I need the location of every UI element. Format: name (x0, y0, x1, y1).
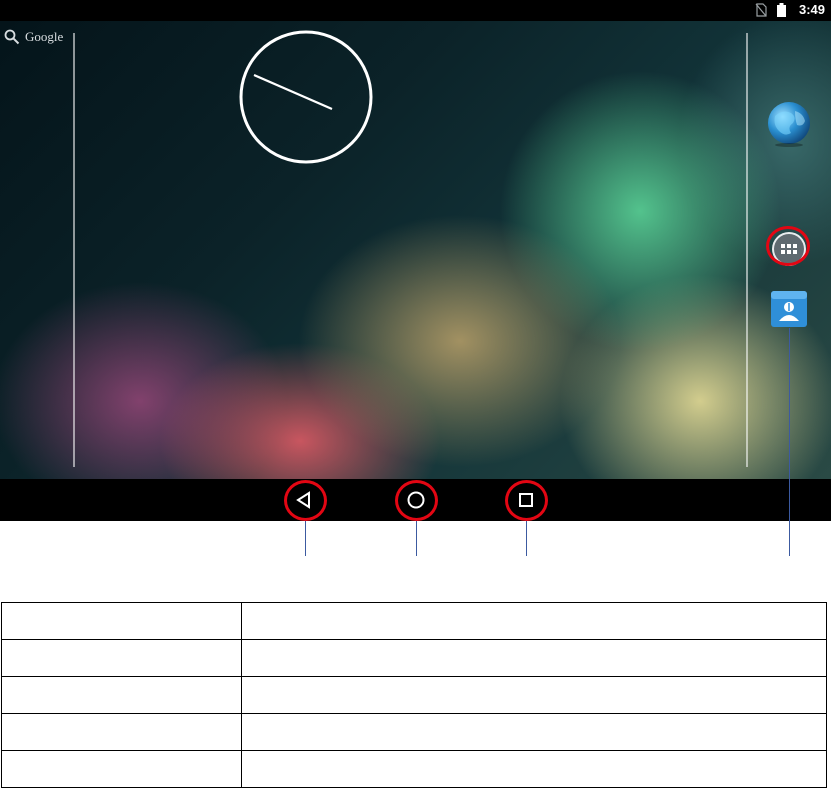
table-row (1, 639, 827, 677)
table-cell (1, 602, 242, 640)
analog-clock-icon[interactable] (239, 30, 373, 164)
home-callout-line (416, 521, 417, 556)
contacts-app-icon[interactable] (771, 291, 807, 329)
status-time: 3:49 (798, 2, 825, 17)
no-sim-icon (755, 3, 767, 17)
google-search-label: Google (25, 29, 64, 44)
table-cell (241, 713, 827, 751)
table-row (1, 676, 827, 714)
table-cell (1, 713, 242, 751)
back-callout-line (305, 521, 306, 556)
table-cell (1, 750, 242, 788)
home-button-highlight-ring (395, 480, 438, 521)
table-cell (1, 676, 242, 714)
table-cell (241, 639, 827, 677)
app-drawer-highlight-ring (766, 226, 810, 266)
battery-icon (777, 3, 786, 17)
table-cell (1, 639, 242, 677)
table-cell (241, 676, 827, 714)
table-row (1, 602, 827, 640)
table-row (1, 750, 827, 788)
home-screen-wallpaper: Google (0, 21, 831, 479)
left-workspace-edge (73, 33, 75, 467)
table-cell (241, 750, 827, 788)
app-callout-line (789, 328, 790, 556)
google-search-bar[interactable]: Google (4, 29, 63, 45)
back-button-highlight-ring (284, 480, 327, 521)
search-icon (4, 29, 20, 45)
right-workspace-edge (746, 33, 748, 467)
table-cell (241, 602, 827, 640)
recents-button-highlight-ring (505, 480, 548, 521)
table-row (1, 713, 827, 751)
legend-table (1, 602, 827, 788)
status-bar: 3:49 (0, 0, 831, 21)
browser-globe-icon[interactable] (767, 101, 811, 147)
recents-callout-line (526, 521, 527, 556)
